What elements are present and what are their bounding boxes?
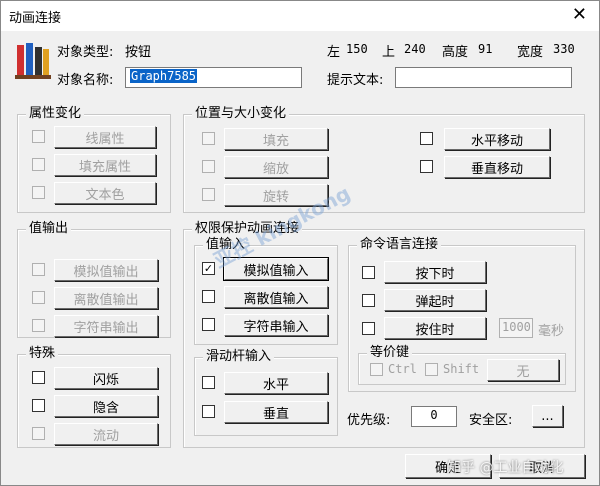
position-size-title: 位置与大小变化 <box>192 106 290 122</box>
left-value: 150 <box>346 42 368 56</box>
top-label: 上 <box>382 45 396 60</box>
animation-link-dialog: 动画连接 ✕ 对象类型: 按钮 左 150 上 240 高度 91 宽度 330… <box>0 0 600 486</box>
fill-attr-button[interactable]: 填充属性 <box>54 154 156 176</box>
analog-input-checkbox[interactable]: ✓ <box>202 262 215 275</box>
on-press-button[interactable]: 按下时 <box>384 261 486 283</box>
special-title: 特殊 <box>26 346 59 362</box>
object-name-value: Graph7585 <box>130 69 198 83</box>
line-attr-checkbox[interactable] <box>32 130 45 143</box>
security-zone-button[interactable]: ... <box>532 405 563 427</box>
scale-button[interactable]: 缩放 <box>224 156 328 178</box>
hold-interval-input[interactable]: 1000 <box>499 318 533 338</box>
rotate-checkbox[interactable] <box>202 188 215 201</box>
string-output-button[interactable]: 字符串输出 <box>54 315 158 337</box>
height-value: 91 <box>478 42 493 56</box>
text-color-checkbox[interactable] <box>32 186 45 199</box>
hide-checkbox[interactable] <box>32 399 45 412</box>
horizontal-move-button[interactable]: 水平移动 <box>444 128 550 150</box>
attribute-change-title: 属性变化 <box>26 106 85 122</box>
vertical-slider-button[interactable]: 垂直 <box>224 401 328 423</box>
object-name-label: 对象名称: <box>57 73 114 88</box>
fill-button[interactable]: 填充 <box>224 128 328 150</box>
vertical-move-button[interactable]: 垂直移动 <box>444 156 550 178</box>
on-press-checkbox[interactable] <box>362 266 375 279</box>
slider-input-title: 滑动杆输入 <box>203 349 275 365</box>
value-output-title: 值输出 <box>26 221 72 237</box>
on-hold-checkbox[interactable] <box>362 322 375 335</box>
shift-checkbox[interactable] <box>425 363 438 376</box>
top-value: 240 <box>404 42 426 56</box>
horizontal-slider-button[interactable]: 水平 <box>224 372 328 394</box>
line-attr-button[interactable]: 线属性 <box>54 126 156 148</box>
scale-checkbox[interactable] <box>202 160 215 173</box>
string-input-checkbox[interactable] <box>202 318 215 331</box>
blink-button[interactable]: 闪烁 <box>54 367 158 389</box>
close-icon[interactable]: ✕ <box>572 4 587 26</box>
object-name-input[interactable]: Graph7585 <box>125 67 302 88</box>
equivalent-key-title: 等价键 <box>367 345 413 361</box>
fill-checkbox[interactable] <box>202 132 215 145</box>
on-release-button[interactable]: 弹起时 <box>384 289 486 311</box>
vertical-move-checkbox[interactable] <box>420 160 433 173</box>
security-zone-label: 安全区: <box>469 413 513 428</box>
check-icon: ✓ <box>203 262 214 275</box>
shift-label: Shift <box>443 362 480 376</box>
discrete-output-checkbox[interactable] <box>32 291 45 304</box>
ctrl-label: Ctrl <box>388 362 417 376</box>
milliseconds-label: 毫秒 <box>538 324 565 339</box>
watermark-overlay-text: 知乎 @工业自动化 <box>447 460 564 476</box>
string-input-button[interactable]: 字符串输入 <box>224 314 328 336</box>
flow-checkbox[interactable] <box>32 427 45 440</box>
string-output-checkbox[interactable] <box>32 319 45 332</box>
flow-button[interactable]: 流动 <box>54 423 158 445</box>
command-language-title: 命令语言连接 <box>357 237 442 253</box>
horizontal-slider-checkbox[interactable] <box>202 376 215 389</box>
fill-attr-checkbox[interactable] <box>32 158 45 171</box>
left-label: 左 <box>327 45 341 60</box>
books-logo-icon <box>15 43 51 79</box>
ctrl-checkbox[interactable] <box>370 363 383 376</box>
width-label: 宽度 <box>517 45 544 60</box>
discrete-input-button[interactable]: 离散值输入 <box>224 286 328 308</box>
on-hold-button[interactable]: 按住时 <box>384 317 486 339</box>
object-type-value: 按钮 <box>125 45 152 60</box>
hint-text-input[interactable] <box>395 67 572 88</box>
priority-label: 优先级: <box>347 413 391 428</box>
hide-button[interactable]: 隐含 <box>54 395 158 417</box>
width-value: 330 <box>553 42 575 56</box>
analog-output-checkbox[interactable] <box>32 263 45 276</box>
key-select-button[interactable]: 无 <box>487 359 559 381</box>
object-type-label: 对象类型: <box>57 45 114 60</box>
on-release-checkbox[interactable] <box>362 294 375 307</box>
discrete-input-checkbox[interactable] <box>202 290 215 303</box>
discrete-output-button[interactable]: 离散值输出 <box>54 287 158 309</box>
text-color-button[interactable]: 文本色 <box>54 182 156 204</box>
vertical-slider-checkbox[interactable] <box>202 405 215 418</box>
hint-text-label: 提示文本: <box>327 73 384 88</box>
priority-input[interactable]: 0 <box>411 406 457 427</box>
horizontal-move-checkbox[interactable] <box>420 132 433 145</box>
window-title: 动画连接 <box>9 11 62 26</box>
height-label: 高度 <box>442 45 469 60</box>
slider-input-group: 滑动杆输入 <box>194 349 338 436</box>
analog-output-button[interactable]: 模拟值输出 <box>54 259 158 281</box>
title-bar: 动画连接 ✕ <box>1 1 599 31</box>
blink-checkbox[interactable] <box>32 371 45 384</box>
